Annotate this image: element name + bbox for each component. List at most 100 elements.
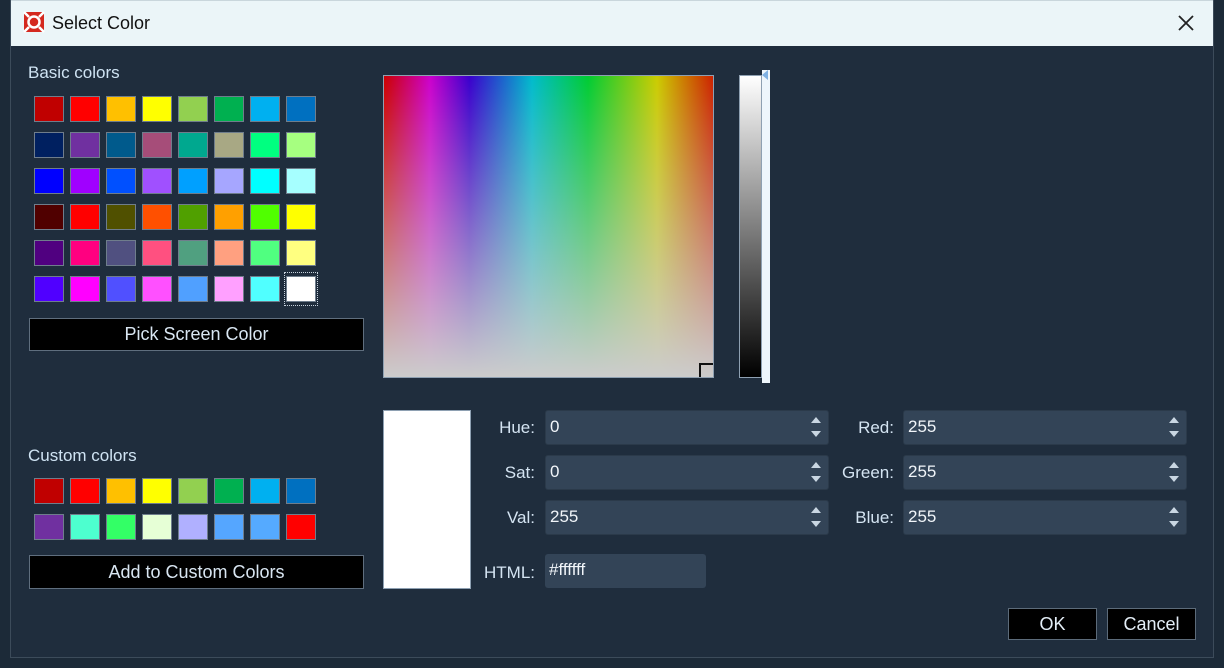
green-spinbox[interactable] (903, 455, 1187, 490)
basic-color-swatch[interactable] (104, 92, 138, 126)
custom-color-swatch[interactable] (284, 474, 318, 508)
add-to-custom-colors-button[interactable]: Add to Custom Colors (29, 555, 364, 589)
custom-color-swatch[interactable] (104, 510, 138, 544)
basic-color-swatch[interactable] (104, 128, 138, 162)
basic-color-swatch[interactable] (68, 164, 102, 198)
basic-color-swatch[interactable] (32, 272, 66, 306)
basic-color-swatch[interactable] (104, 272, 138, 306)
hue-saturation-picker[interactable] (383, 75, 714, 378)
basic-color-swatch[interactable] (284, 272, 318, 306)
basic-color-swatch[interactable] (176, 128, 210, 162)
basic-color-swatch[interactable] (140, 92, 174, 126)
val-spinbox[interactable] (545, 500, 829, 535)
basic-color-swatch[interactable] (32, 92, 66, 126)
basic-color-swatch[interactable] (68, 128, 102, 162)
custom-color-swatch[interactable] (176, 474, 210, 508)
basic-color-swatch[interactable] (212, 200, 246, 234)
basic-color-swatch[interactable] (68, 236, 102, 270)
close-button[interactable] (1167, 5, 1205, 41)
basic-color-swatch[interactable] (176, 272, 210, 306)
basic-color-swatch[interactable] (212, 272, 246, 306)
basic-color-swatch[interactable] (212, 164, 246, 198)
blue-down-arrow-icon[interactable] (1169, 521, 1179, 527)
red-input[interactable] (908, 417, 1108, 437)
basic-color-swatch-color (250, 276, 280, 302)
basic-color-swatch[interactable] (284, 128, 318, 162)
basic-color-swatch[interactable] (68, 200, 102, 234)
basic-color-swatch[interactable] (32, 128, 66, 162)
blue-up-arrow-icon[interactable] (1169, 507, 1179, 513)
custom-color-swatch[interactable] (68, 474, 102, 508)
html-field[interactable] (545, 554, 749, 588)
basic-color-swatch[interactable] (212, 236, 246, 270)
basic-color-swatch[interactable] (32, 200, 66, 234)
custom-color-swatch[interactable] (104, 474, 138, 508)
basic-color-swatch-color (142, 132, 172, 158)
blue-input[interactable] (908, 507, 1108, 527)
basic-color-swatch[interactable] (176, 236, 210, 270)
basic-color-swatch[interactable] (248, 164, 282, 198)
hue-input[interactable] (550, 417, 750, 437)
basic-color-swatch-color (286, 96, 316, 122)
green-up-arrow-icon[interactable] (1169, 462, 1179, 468)
custom-color-swatch[interactable] (176, 510, 210, 544)
basic-color-swatch[interactable] (284, 164, 318, 198)
basic-color-swatch[interactable] (104, 200, 138, 234)
custom-color-swatch[interactable] (140, 474, 174, 508)
basic-color-swatch[interactable] (248, 128, 282, 162)
basic-color-swatch[interactable] (140, 164, 174, 198)
green-down-arrow-icon[interactable] (1169, 476, 1179, 482)
custom-color-swatch[interactable] (284, 510, 318, 544)
basic-color-swatch[interactable] (140, 128, 174, 162)
basic-color-swatch[interactable] (140, 200, 174, 234)
custom-color-swatch[interactable] (212, 474, 246, 508)
basic-color-swatch[interactable] (248, 200, 282, 234)
basic-color-swatch[interactable] (32, 164, 66, 198)
custom-color-swatch[interactable] (32, 510, 66, 544)
value-slider-handle[interactable] (762, 70, 770, 383)
basic-color-swatch[interactable] (68, 272, 102, 306)
basic-color-swatch[interactable] (248, 92, 282, 126)
html-input[interactable] (549, 560, 749, 580)
custom-color-swatch[interactable] (68, 510, 102, 544)
basic-color-swatch[interactable] (32, 236, 66, 270)
basic-color-swatch[interactable] (176, 164, 210, 198)
picker-crosshair[interactable] (699, 363, 713, 377)
red-up-arrow-icon[interactable] (1169, 417, 1179, 423)
basic-color-swatch[interactable] (248, 236, 282, 270)
basic-color-swatch[interactable] (140, 236, 174, 270)
basic-color-swatch[interactable] (284, 236, 318, 270)
sat-input[interactable] (550, 462, 750, 482)
val-input[interactable] (550, 507, 750, 527)
basic-color-swatch[interactable] (212, 92, 246, 126)
basic-color-swatch[interactable] (68, 92, 102, 126)
basic-color-swatch-color (70, 276, 100, 302)
basic-color-swatch[interactable] (176, 92, 210, 126)
value-slider[interactable] (739, 75, 762, 378)
green-input[interactable] (908, 462, 1108, 482)
basic-color-swatch-color (286, 168, 316, 194)
basic-color-swatch-color (70, 240, 100, 266)
basic-color-swatch[interactable] (248, 272, 282, 306)
pick-screen-color-button[interactable]: Pick Screen Color (29, 318, 364, 351)
basic-color-swatch[interactable] (104, 236, 138, 270)
sat-spinbox[interactable] (545, 455, 829, 490)
basic-color-swatch[interactable] (212, 128, 246, 162)
custom-color-swatch[interactable] (248, 474, 282, 508)
basic-color-swatch[interactable] (104, 164, 138, 198)
cancel-button[interactable]: Cancel (1107, 608, 1196, 640)
custom-color-swatch[interactable] (212, 510, 246, 544)
custom-color-swatch[interactable] (248, 510, 282, 544)
basic-color-swatch-color (178, 276, 208, 302)
blue-spinbox[interactable] (903, 500, 1187, 535)
custom-color-swatch[interactable] (140, 510, 174, 544)
hue-spinbox[interactable] (545, 410, 829, 445)
basic-color-swatch[interactable] (284, 200, 318, 234)
custom-color-swatch[interactable] (32, 474, 66, 508)
red-down-arrow-icon[interactable] (1169, 431, 1179, 437)
ok-button[interactable]: OK (1008, 608, 1097, 640)
basic-color-swatch[interactable] (140, 272, 174, 306)
basic-color-swatch[interactable] (176, 200, 210, 234)
red-spinbox[interactable] (903, 410, 1187, 445)
basic-color-swatch[interactable] (284, 92, 318, 126)
